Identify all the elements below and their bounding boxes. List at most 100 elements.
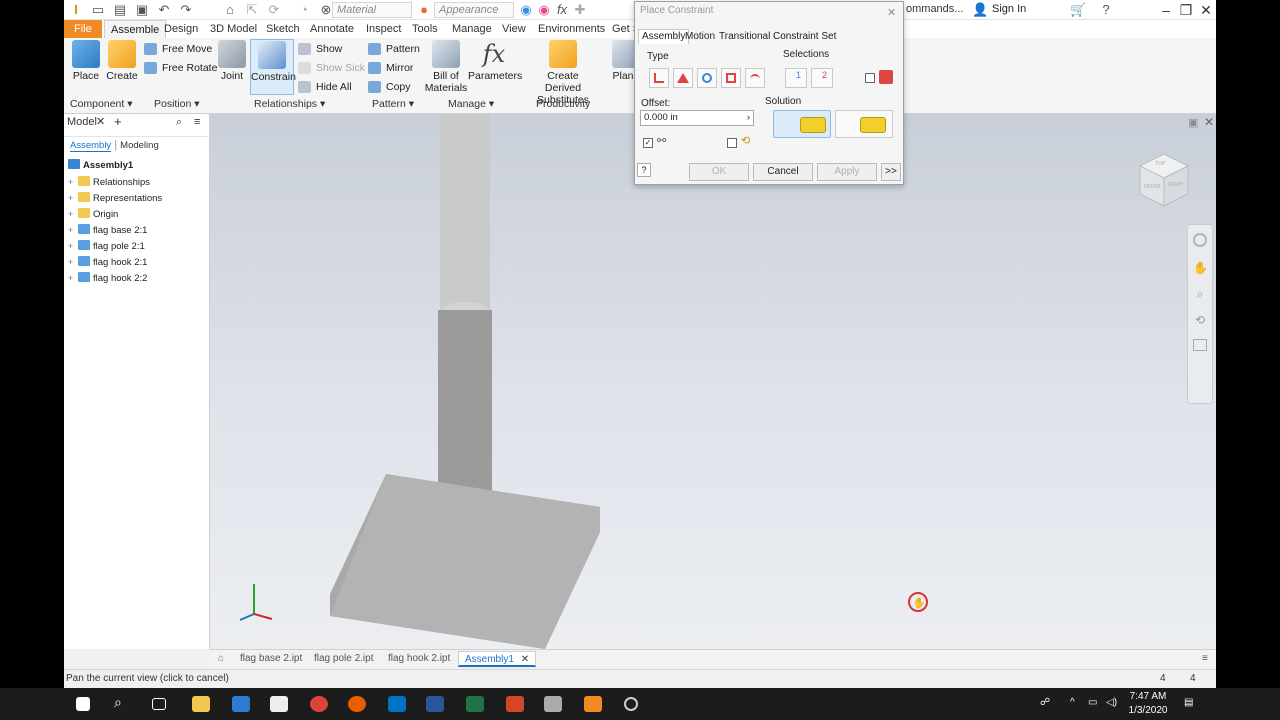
place-button[interactable]: Place bbox=[70, 40, 102, 82]
expand-icon[interactable]: + bbox=[68, 270, 78, 286]
tray-chevron-icon[interactable]: ^ bbox=[1070, 697, 1075, 708]
free-rotate-button[interactable]: Free Rotate bbox=[144, 59, 217, 77]
task-view-icon[interactable] bbox=[152, 698, 166, 710]
cart-icon[interactable]: 🛒 bbox=[1070, 2, 1086, 18]
solution-aligned-button[interactable] bbox=[835, 110, 893, 138]
close-browser-icon[interactable]: ✕ bbox=[96, 114, 105, 130]
dialog-tab-transitional[interactable]: Transitional bbox=[717, 31, 772, 42]
doc-tab-flag-base[interactable]: flag base 2.ipt bbox=[234, 651, 308, 667]
clear-appearance-icon[interactable]: ◉ bbox=[518, 2, 534, 18]
dialog-tab-assembly[interactable]: Assembly bbox=[638, 29, 690, 44]
save-icon[interactable]: ▣ bbox=[134, 2, 150, 18]
expand-icon[interactable]: + bbox=[68, 254, 78, 270]
dialog-close-icon[interactable]: ✕ bbox=[887, 6, 896, 19]
hide-all-button[interactable]: Hide All bbox=[298, 78, 352, 96]
plan-button[interactable]: Plan bbox=[612, 40, 634, 82]
open-file-icon[interactable]: ▤ bbox=[112, 2, 128, 18]
group-pattern[interactable]: Pattern ▾ bbox=[372, 96, 414, 112]
expand-icon[interactable]: + bbox=[68, 190, 78, 206]
tab-sketch[interactable]: Sketch bbox=[260, 20, 306, 38]
angle-constraint-icon[interactable] bbox=[673, 68, 693, 88]
outlook-icon[interactable] bbox=[388, 696, 406, 712]
firefox-icon[interactable] bbox=[348, 696, 366, 712]
search-icon[interactable]: ⌕ bbox=[176, 114, 182, 130]
chrome-icon[interactable] bbox=[310, 696, 328, 712]
appearance-dropdown[interactable]: Appearance bbox=[434, 2, 514, 18]
sign-in-link[interactable]: Sign In bbox=[992, 3, 1026, 15]
dialog-tab-constraint-set[interactable]: Constraint Set bbox=[771, 31, 838, 42]
minimize-button[interactable]: – bbox=[1156, 2, 1176, 18]
steering-wheel-icon[interactable] bbox=[1193, 233, 1207, 247]
tree-item-representations[interactable]: + Representations bbox=[68, 190, 162, 206]
help-icon[interactable]: ? bbox=[1098, 2, 1114, 18]
viewport-restore-icon[interactable]: ▣ bbox=[1188, 116, 1198, 129]
expand-icon[interactable]: + bbox=[68, 222, 78, 238]
symmetry-constraint-icon[interactable] bbox=[745, 68, 765, 88]
home-icon[interactable]: ⌂ bbox=[222, 2, 238, 18]
adjust-icon[interactable]: ◉ bbox=[536, 2, 552, 18]
tab-assemble[interactable]: Assemble bbox=[104, 20, 167, 38]
tab-environments[interactable]: Environments bbox=[532, 20, 611, 38]
word-icon[interactable] bbox=[426, 696, 444, 712]
tangent-constraint-icon[interactable] bbox=[697, 68, 717, 88]
tab-design[interactable]: Design bbox=[158, 20, 204, 38]
tree-item-origin[interactable]: + Origin bbox=[68, 206, 118, 222]
network-icon[interactable]: ▭ bbox=[1088, 697, 1097, 708]
apply-button[interactable]: Apply bbox=[817, 163, 877, 181]
viewcube[interactable]: TOP FRONT RIGHT bbox=[1138, 152, 1190, 208]
viewport-close-icon[interactable]: ✕ bbox=[1204, 115, 1214, 129]
store-icon[interactable] bbox=[270, 696, 288, 712]
search-taskbar-icon[interactable]: ⌕ bbox=[114, 694, 132, 710]
powerpoint-icon[interactable] bbox=[506, 696, 524, 712]
zoom-icon[interactable]: ⌕ bbox=[1193, 287, 1207, 301]
material-dropdown[interactable]: Material bbox=[332, 2, 412, 18]
measure-icon[interactable]: ◔ bbox=[296, 2, 312, 18]
app-icon[interactable] bbox=[544, 696, 562, 712]
plus-icon[interactable]: ✚ bbox=[572, 2, 588, 18]
inventor-taskbar-icon[interactable] bbox=[584, 696, 602, 712]
update-icon[interactable]: ⟳ bbox=[266, 2, 282, 18]
undo-icon[interactable]: ↶ bbox=[156, 2, 172, 18]
doc-tab-assembly1[interactable]: Assembly1 ✕ bbox=[458, 651, 537, 667]
fx-icon[interactable]: fx bbox=[554, 2, 570, 18]
subtab-assembly[interactable]: Assembly bbox=[70, 140, 112, 152]
subtab-modeling[interactable]: Modeling bbox=[120, 140, 159, 151]
add-browser-icon[interactable]: + bbox=[114, 114, 122, 130]
tab-inspect[interactable]: Inspect bbox=[360, 20, 407, 38]
pick-part-first-checkbox[interactable] bbox=[865, 73, 875, 83]
free-move-button[interactable]: Free Move bbox=[144, 40, 212, 58]
pan-icon[interactable]: ✋ bbox=[1193, 261, 1208, 275]
tree-item-flag-hook-1[interactable]: + flag hook 2:1 bbox=[68, 254, 147, 270]
cancel-button[interactable]: Cancel bbox=[753, 163, 813, 181]
clock-time[interactable]: 7:47 AM bbox=[1128, 691, 1168, 702]
windows-start-icon[interactable] bbox=[76, 697, 90, 711]
doc-tab-flag-pole[interactable]: flag pole 2.ipt bbox=[308, 651, 380, 667]
bill-of-materials-button[interactable]: Bill of Materials bbox=[424, 40, 468, 94]
group-component[interactable]: Component ▾ bbox=[70, 96, 133, 112]
close-button[interactable]: ✕ bbox=[1196, 2, 1216, 19]
close-tab-icon[interactable]: ✕ bbox=[521, 654, 529, 665]
home-tab-icon[interactable]: ⌂ bbox=[212, 651, 230, 667]
dialog-help-button[interactable]: ? bbox=[637, 163, 651, 177]
menu-icon[interactable]: ≡ bbox=[194, 114, 200, 130]
mate-constraint-icon[interactable] bbox=[649, 68, 669, 88]
selection-2-button[interactable]: 2 bbox=[811, 68, 833, 88]
group-manage[interactable]: Manage ▾ bbox=[448, 96, 494, 112]
mirror-button[interactable]: Mirror bbox=[368, 59, 413, 77]
dialog-tab-motion[interactable]: Motion bbox=[683, 31, 717, 42]
select-icon[interactable]: ⇱ bbox=[244, 2, 260, 18]
pattern-button[interactable]: Pattern bbox=[368, 40, 420, 58]
group-position[interactable]: Position ▾ bbox=[154, 96, 200, 112]
search-commands-box[interactable]: ommands... bbox=[906, 3, 963, 15]
show-preview-checkbox[interactable]: ✓ bbox=[643, 138, 653, 148]
ok-button[interactable]: OK bbox=[689, 163, 749, 181]
group-relationships[interactable]: Relationships ▾ bbox=[254, 96, 325, 112]
offset-arrow-icon[interactable]: › bbox=[747, 111, 750, 125]
tab-3d-model[interactable]: 3D Model bbox=[204, 20, 263, 38]
show-button[interactable]: Show bbox=[298, 40, 342, 58]
tree-item-flag-pole[interactable]: + flag pole 2:1 bbox=[68, 238, 145, 254]
solution-opposed-button[interactable] bbox=[773, 110, 831, 138]
recorder-icon[interactable] bbox=[624, 697, 638, 711]
parameters-button[interactable]: fx Parameters bbox=[468, 40, 522, 82]
excel-icon[interactable] bbox=[466, 696, 484, 712]
